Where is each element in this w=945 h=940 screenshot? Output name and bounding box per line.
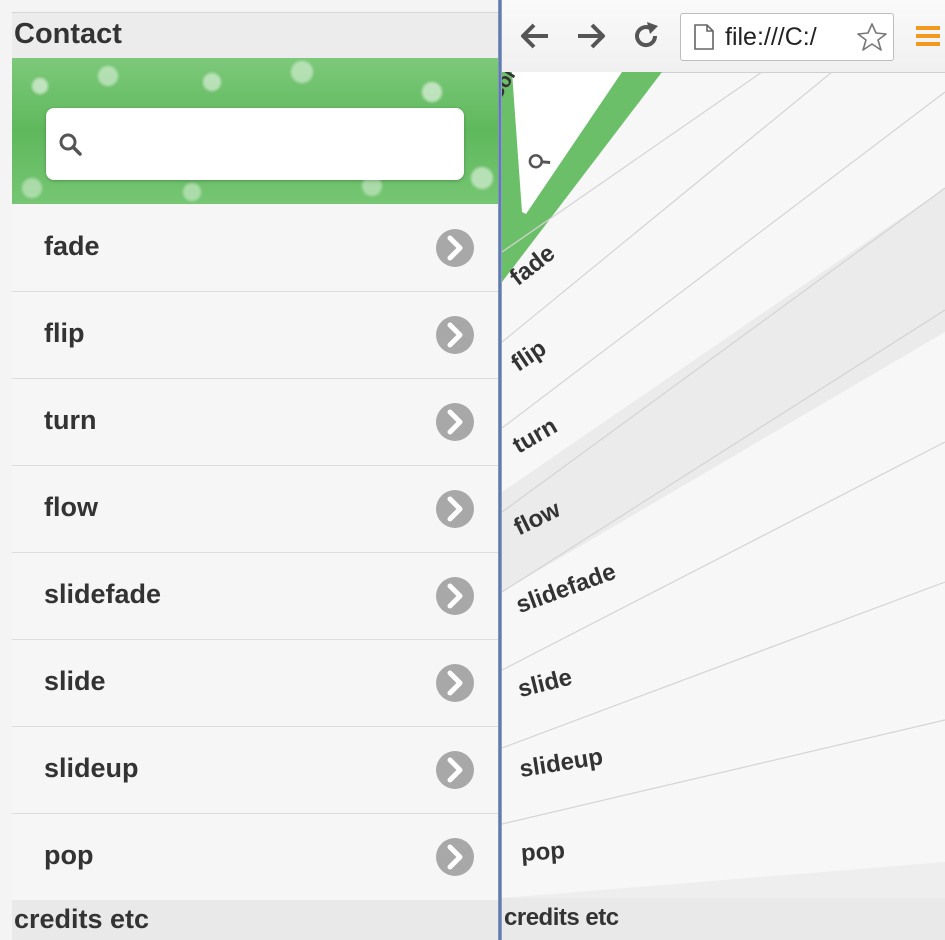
list-item-slide[interactable]: slide: [12, 640, 498, 727]
list-item-label: flow: [44, 492, 98, 522]
transition-stage: Cor fade flip turn flow slidefade slide …: [502, 72, 945, 940]
chevron-right-circle-icon: [435, 315, 475, 360]
chevron-right-circle-icon: [435, 837, 475, 882]
transition-list: fade flip turn flow slidefade slide slid…: [12, 205, 498, 900]
page-icon: [693, 24, 715, 55]
forward-arrow-icon[interactable]: [574, 20, 608, 57]
search-input[interactable]: [98, 122, 452, 166]
list-item-label: flip: [44, 318, 85, 348]
list-item-flow[interactable]: flow: [12, 466, 498, 553]
list-item-slidefade[interactable]: slidefade: [12, 553, 498, 640]
chevron-right-circle-icon: [435, 750, 475, 795]
search-icon: [58, 132, 84, 163]
list-item-label: slideup: [44, 753, 139, 783]
list-item-turn[interactable]: turn: [12, 379, 498, 466]
chevron-right-circle-icon: [435, 663, 475, 708]
footer-text: credits etc: [504, 904, 619, 931]
list-item-label: slidefade: [44, 579, 162, 609]
list-item-fade[interactable]: fade: [12, 205, 498, 292]
right-pane: file:///C:/ Cor fade flip turn flow slid…: [502, 0, 945, 940]
left-pane: Contact fade flip turn flow slidefade sl…: [0, 0, 500, 940]
url-text: file:///C:/: [725, 23, 817, 51]
transition-footer: credits etc: [502, 898, 945, 940]
page-header: Contact: [12, 12, 498, 58]
list-item-label: turn: [44, 405, 97, 435]
page-footer: credits etc: [12, 900, 498, 940]
list-item-slideup[interactable]: slideup: [12, 727, 498, 814]
star-icon[interactable]: [857, 23, 887, 56]
chevron-right-circle-icon: [435, 576, 475, 621]
chevron-right-circle-icon: [435, 402, 475, 447]
reload-icon[interactable]: [630, 20, 662, 57]
list-item-label: slide: [44, 666, 106, 696]
list-item-label: fade: [44, 231, 100, 261]
list-item-flip[interactable]: flip: [12, 292, 498, 379]
search-field[interactable]: [46, 108, 464, 180]
search-banner: [12, 58, 498, 204]
menu-icon[interactable]: [914, 22, 942, 55]
back-arrow-icon[interactable]: [518, 20, 552, 57]
footer-text: credits etc: [14, 904, 150, 934]
page-title: Contact: [14, 18, 122, 50]
chevron-right-circle-icon: [435, 228, 475, 273]
perspective-lines: [502, 72, 945, 940]
list-item-label: pop: [44, 840, 94, 870]
address-bar[interactable]: file:///C:/: [680, 13, 894, 61]
browser-toolbar: file:///C:/: [502, 0, 945, 73]
chevron-right-circle-icon: [435, 489, 475, 534]
list-item-pop[interactable]: pop: [12, 814, 498, 900]
transition-item-pop: pop: [520, 837, 566, 868]
